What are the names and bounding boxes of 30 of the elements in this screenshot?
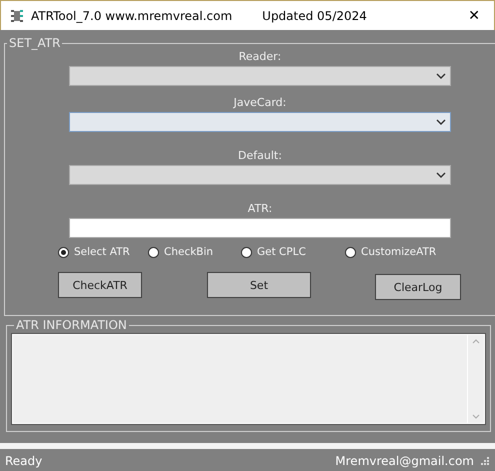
window-title: ATRTool_7.0 www.mremvreal.com — [31, 8, 232, 22]
mode-radio[interactable]: CheckBin — [148, 246, 241, 258]
email-text: Mremvreal@gmail.com — [335, 454, 474, 468]
dropdown[interactable] — [69, 165, 451, 185]
mode-radio[interactable]: Get CPLC — [241, 246, 345, 258]
status-text: Ready — [5, 454, 42, 468]
updated-date: Updated 05/2024 — [262, 8, 367, 22]
app-logo-icon — [9, 8, 25, 24]
caret-icon — [436, 73, 446, 79]
caret-icon — [436, 119, 446, 125]
scroll-down-icon[interactable] — [472, 414, 480, 419]
field-label: ATR: — [248, 202, 272, 216]
field-label: JaveCard: — [234, 96, 286, 110]
atr-input-field[interactable] — [69, 218, 451, 238]
action-button[interactable]: ClearLog — [375, 274, 461, 300]
close-button[interactable]: ✕ — [462, 8, 486, 24]
log-area[interactable] — [12, 334, 485, 424]
action-button[interactable]: Set — [207, 272, 311, 298]
field-label: Default: — [238, 149, 282, 163]
mode-radio[interactable]: Select ATR — [58, 246, 148, 258]
caret-icon — [436, 172, 446, 178]
mode-radio[interactable]: CustomizeATR — [345, 246, 436, 258]
scroll-up-icon[interactable] — [472, 339, 480, 344]
field-label: Reader: — [238, 50, 282, 64]
dropdown[interactable] — [69, 66, 451, 86]
action-button[interactable]: CheckATR — [58, 272, 142, 298]
group-title: SET_ATR — [8, 36, 62, 50]
group-title: ATR INFORMATION — [15, 318, 128, 332]
resize-grip-icon[interactable] — [480, 456, 490, 466]
dropdown[interactable] — [69, 112, 451, 132]
